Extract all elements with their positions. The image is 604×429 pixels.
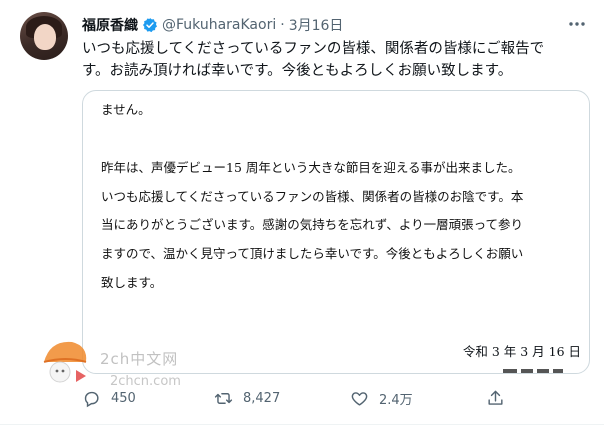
- tweet: 福原香織 @FukuharaKaori · 3月16日 いつも応援してくださって…: [0, 0, 604, 429]
- separator-dot: ·: [280, 17, 285, 33]
- image-line: 昨年は、声優デビュー15 周年という大きな節目を迎える事が出来ました。: [101, 160, 521, 175]
- more-options-icon[interactable]: [566, 16, 588, 32]
- image-date: 令和 3 年 3 月 16 日: [462, 344, 581, 359]
- watermark-text: 2ch中文网: [100, 350, 179, 368]
- like-count: 2.4万: [379, 392, 413, 408]
- image-line: 当にありがとうございます。感謝の気持ちを忘れず、より一層頑張って参り: [101, 217, 524, 232]
- tweet-actions: 450 8,427 2.4万: [82, 384, 582, 412]
- heart-icon: [351, 391, 368, 406]
- share-button[interactable]: [486, 384, 505, 412]
- divider: [0, 424, 604, 425]
- reply-button[interactable]: 450: [82, 384, 136, 412]
- avatar[interactable]: [20, 12, 68, 60]
- image-line: いつも応援してくださっているファンの皆様、関係者の皆様のお陰です。本: [101, 189, 524, 204]
- reply-count: 450: [111, 390, 136, 406]
- image-line: 致します。: [101, 275, 163, 290]
- avatar-face: [34, 24, 56, 50]
- image-line: ません。: [101, 102, 151, 117]
- retweet-count: 8,427: [243, 390, 281, 406]
- verified-badge-icon: [143, 18, 157, 33]
- tweet-header: 福原香織 @FukuharaKaori · 3月16日: [82, 14, 343, 36]
- cut-off-signature: [503, 369, 563, 373]
- share-icon: [488, 390, 503, 405]
- retweet-icon: [214, 392, 233, 404]
- tweet-text-line: いつも応援してくださっているファンの皆様、関係者の皆様にご報告で: [82, 41, 545, 57]
- image-line: ますので、温かく見守って頂けましたら幸いです。今後ともよろしくお願い: [101, 246, 524, 261]
- reply-icon: [84, 391, 99, 407]
- tweet-date[interactable]: 3月16日: [289, 15, 344, 35]
- like-button[interactable]: 2.4万: [350, 384, 413, 412]
- handle[interactable]: @FukuharaKaori: [162, 17, 276, 33]
- watermark-logo-icon: [43, 341, 87, 383]
- tweet-text: いつも応援してくださっているファンの皆様、関係者の皆様にご報告で す。お読み頂け…: [82, 38, 582, 82]
- display-name[interactable]: 福原香織: [82, 15, 138, 35]
- attached-image[interactable]: ません。 昨年は、声優デビュー15 周年という大きな節目を迎える事が出来ました。…: [82, 90, 590, 374]
- tweet-text-line: す。お読み頂ければ幸いです。今後ともよろしくお願い致します。: [82, 63, 513, 79]
- retweet-button[interactable]: 8,427: [214, 384, 280, 412]
